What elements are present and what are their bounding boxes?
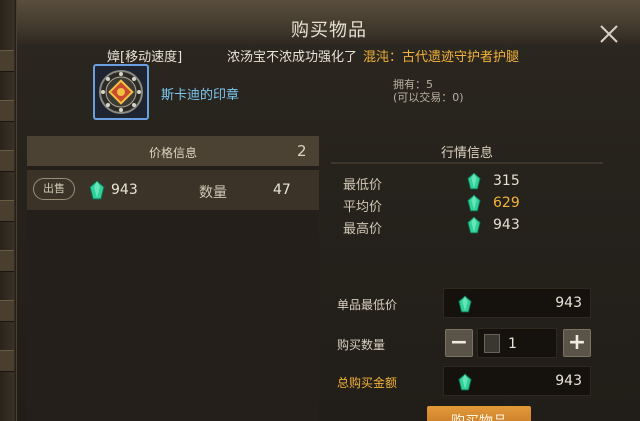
price-info-header: 价格信息 2 bbox=[27, 136, 319, 166]
listing-qty: 47 bbox=[273, 182, 291, 198]
announcement-marquee: 嫜[移动速度] 浓汤宝不浓成功强化了 混沌：古代遗迹守护者护腿 bbox=[17, 44, 640, 66]
side-tab[interactable] bbox=[0, 250, 14, 272]
close-button[interactable] bbox=[597, 22, 621, 46]
listing-qty-label: 数量 bbox=[199, 185, 227, 201]
qty-input[interactable] bbox=[508, 334, 552, 354]
market-label: 最低价 bbox=[343, 178, 383, 193]
market-row-max: 最高价 943 bbox=[343, 216, 593, 237]
side-tab[interactable] bbox=[0, 300, 14, 322]
sell-badge: 出售 bbox=[33, 178, 75, 200]
side-tab[interactable] bbox=[0, 100, 14, 122]
close-icon bbox=[600, 25, 618, 43]
market-info-title: 行情信息 bbox=[440, 146, 493, 161]
dialog-title: 购买物品 bbox=[291, 20, 367, 41]
side-tabs bbox=[0, 30, 14, 421]
seal-emblem-icon bbox=[99, 70, 143, 114]
decrease-qty-button[interactable]: − bbox=[445, 329, 473, 357]
total-label: 总购买金额 bbox=[337, 376, 398, 390]
divider bbox=[331, 162, 603, 164]
buy-item-button[interactable]: 购买物品 bbox=[427, 406, 531, 421]
marquee-highlight: 混沌：古代遗迹守护者护腿 bbox=[363, 50, 520, 65]
total-value: 943 bbox=[555, 373, 582, 389]
marquee-text: 浓汤宝不浓成功强化了 bbox=[227, 50, 358, 65]
unit-price-value: 943 bbox=[555, 295, 582, 311]
price-info-panel: 价格信息 2 出售 943 数量 47 bbox=[27, 136, 319, 421]
market-label: 平均价 bbox=[343, 200, 383, 215]
minus-icon: − bbox=[449, 330, 469, 355]
market-value: 943 bbox=[493, 217, 520, 233]
calculator-icon[interactable] bbox=[484, 334, 500, 353]
gem-currency-icon bbox=[89, 180, 105, 200]
item-icon-frame[interactable] bbox=[93, 64, 149, 120]
title-bar: 购买物品 bbox=[17, 0, 640, 46]
increase-qty-button[interactable]: + bbox=[563, 329, 591, 357]
buy-item-button-label: 购买物品 bbox=[427, 411, 531, 421]
market-row-avg: 平均价 629 bbox=[343, 194, 593, 215]
market-value: 315 bbox=[493, 173, 520, 189]
purchase-dialog: 购买物品 嫜[移动速度] 浓汤宝不浓成功强化了 混沌：古代遗迹守护者护腿 斯卡迪… bbox=[16, 0, 640, 421]
market-label: 最高价 bbox=[343, 222, 383, 237]
listing-count: 2 bbox=[297, 142, 307, 160]
tradable-count: (可以交易：0) bbox=[393, 91, 464, 104]
market-row-min: 最低价 315 bbox=[343, 172, 593, 193]
owned-info: 拥有：5 (可以交易：0) bbox=[393, 78, 464, 104]
side-tab[interactable] bbox=[0, 350, 14, 372]
qty-label: 购买数量 bbox=[337, 338, 386, 352]
marquee-text: 嫜[移动速度] bbox=[107, 50, 183, 65]
gem-currency-icon bbox=[467, 194, 481, 212]
gem-currency-icon bbox=[458, 373, 472, 391]
market-info-panel: 行情信息 最低价 315 平均价 629 最高价 943 bbox=[331, 136, 603, 237]
price-info-title: 价格信息 bbox=[148, 146, 197, 160]
listing-price: 943 bbox=[111, 182, 138, 198]
side-tab[interactable] bbox=[0, 150, 14, 172]
side-tab[interactable] bbox=[0, 50, 14, 72]
owned-count: 拥有：5 bbox=[393, 78, 433, 91]
plus-icon: + bbox=[567, 330, 587, 355]
side-tab[interactable] bbox=[0, 200, 14, 222]
listing-row[interactable]: 出售 943 数量 47 bbox=[27, 170, 319, 210]
total-field: 943 bbox=[443, 366, 591, 396]
unit-price-label: 单品最低价 bbox=[337, 298, 398, 312]
gem-currency-icon bbox=[467, 172, 481, 190]
gem-currency-icon bbox=[467, 216, 481, 234]
item-name: 斯卡迪的印章 bbox=[161, 88, 240, 103]
market-value: 629 bbox=[493, 195, 520, 211]
gem-currency-icon bbox=[458, 295, 472, 313]
qty-field bbox=[477, 328, 557, 358]
unit-price-field: 943 bbox=[443, 288, 591, 318]
